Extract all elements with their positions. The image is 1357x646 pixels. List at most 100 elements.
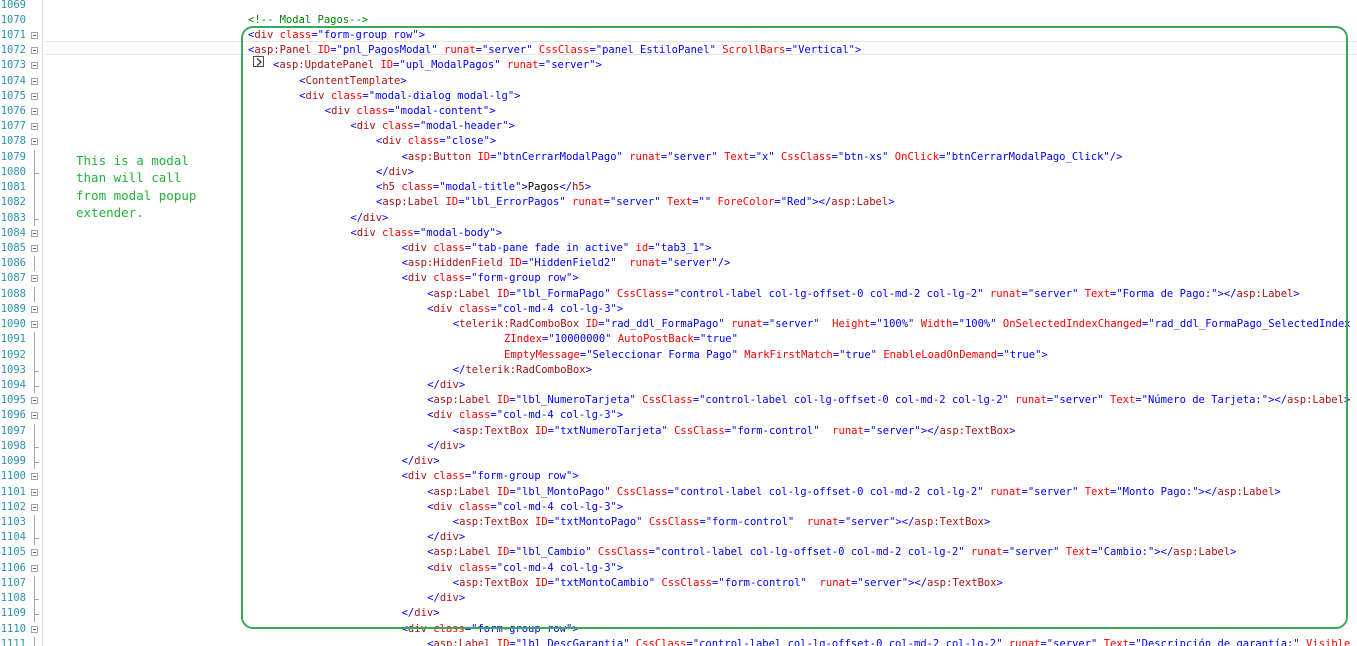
fold-collapse-icon[interactable]	[31, 625, 38, 633]
code-token: div	[433, 561, 453, 574]
fold-collapse-icon[interactable]	[31, 123, 38, 131]
code-line[interactable]: <asp:Label ID="lbl_Cambio" CssClass="con…	[427, 545, 1236, 560]
code-token: CssClass	[648, 515, 700, 528]
fold-collapse-icon[interactable]	[31, 245, 38, 253]
code-line[interactable]: <div class="col-md-4 col-lg-3">	[427, 561, 623, 576]
code-token: ID	[509, 257, 522, 270]
code-token: div	[439, 592, 459, 605]
code-line[interactable]: </div>	[376, 165, 414, 180]
code-token: >	[508, 120, 515, 133]
fold-guide-line	[34, 286, 35, 302]
code-line[interactable]: <div class="col-md-4 col-lg-3">	[427, 302, 623, 317]
code-line[interactable]: <div class="modal-dialog modal-lg">	[299, 89, 520, 104]
code-line[interactable]: <asp:UpdatePanel ID="upl_ModalPagos" run…	[273, 58, 602, 73]
code-token: "control-label col-lg-offset-0 col-md-2 …	[692, 637, 1003, 646]
fold-guide-line	[34, 514, 35, 531]
fold-collapse-icon[interactable]	[31, 549, 38, 557]
fold-collapse-icon[interactable]	[31, 138, 38, 146]
code-token: asp:Label	[433, 546, 491, 559]
fold-collapse-icon[interactable]	[31, 412, 38, 420]
fold-collapse-icon[interactable]	[31, 473, 38, 481]
fold-collapse-icon[interactable]	[31, 47, 38, 55]
code-line[interactable]: <div class="form-group row">	[402, 271, 579, 286]
code-line[interactable]: <div class="col-md-4 col-lg-3">	[427, 500, 623, 515]
code-token: >	[585, 363, 592, 376]
code-line[interactable]: <asp:Button ID="btnCerrarModalPago" runa…	[402, 150, 1123, 165]
fold-collapse-icon[interactable]	[31, 108, 38, 116]
code-line[interactable]: <asp:TextBox ID="txtMontoPago" CssClass=…	[453, 515, 990, 530]
code-line[interactable]: <asp:TextBox ID="txtNumeroTarjeta" CssCl…	[453, 424, 1016, 439]
code-token: >	[996, 576, 1003, 589]
fold-collapse-icon[interactable]	[31, 229, 38, 237]
code-token: Text	[1084, 485, 1111, 498]
code-line[interactable]: <asp:Label ID="lbl_MontoPago" CssClass="…	[427, 485, 1281, 500]
code-line[interactable]: <asp:HiddenField ID="HiddenField2" runat…	[402, 256, 731, 271]
code-line[interactable]: <div class="form-group row">	[402, 622, 579, 637]
fold-collapse-icon[interactable]	[31, 488, 38, 496]
fold-collapse-icon[interactable]	[31, 77, 38, 85]
code-line[interactable]: <div class="form-group row">	[248, 28, 425, 43]
code-line[interactable]: </div>	[350, 211, 388, 226]
code-token: "true"	[700, 333, 738, 346]
code-token: "server"	[1046, 637, 1098, 646]
code-token: </	[350, 211, 364, 224]
code-token: OnClick	[894, 150, 940, 163]
code-token: Text	[1110, 394, 1136, 407]
code-token: div	[305, 89, 325, 102]
code-token: "lbl_ErrorPagos"	[464, 196, 566, 209]
code-line[interactable]: </div>	[402, 606, 440, 621]
fold-collapse-icon[interactable]	[31, 275, 38, 283]
code-token: "Cambio:"	[1097, 546, 1155, 559]
code-token: >	[495, 226, 503, 239]
code-line[interactable]: <div class="col-md-4 col-lg-3">	[427, 408, 623, 423]
code-line[interactable]: <asp:Label ID="lbl_DescGarantia" CssClas…	[427, 637, 1350, 646]
code-line[interactable]: <div class="modal-body">	[350, 226, 502, 241]
code-token: "rad_ddl_FormaPago"	[604, 318, 725, 331]
fold-collapse-icon[interactable]	[31, 397, 38, 405]
code-line[interactable]: <h5 class="modal-title">Pagos</h5>	[376, 180, 591, 195]
code-token: ></	[1154, 546, 1174, 559]
code-line[interactable]: </div>	[402, 454, 440, 469]
fold-end-marker	[34, 599, 39, 601]
fold-guide-line	[34, 332, 35, 348]
code-line[interactable]: </div>	[427, 378, 465, 393]
code-token: "Vertical"	[791, 44, 855, 57]
code-token: Width	[920, 318, 953, 331]
code-token: "server"	[609, 196, 661, 209]
collapsed-region-expander-icon[interactable]	[253, 56, 264, 67]
fold-collapse-icon[interactable]	[31, 92, 38, 100]
code-line[interactable]: <ContentTemplate>	[299, 74, 406, 89]
code-line[interactable]: <asp:TextBox ID="txtMontoCambio" CssClas…	[453, 576, 1003, 591]
code-line[interactable]: <div class="close">	[376, 134, 496, 149]
code-line[interactable]: <asp:Label ID="lbl_NumeroTarjeta" CssCla…	[427, 393, 1350, 408]
fold-collapse-icon[interactable]	[31, 62, 38, 70]
fold-collapse-icon[interactable]	[31, 305, 38, 313]
code-line[interactable]: </div>	[427, 591, 465, 606]
code-line[interactable]: ZIndex="10000000" AutoPostBack="true"	[504, 332, 738, 347]
code-line[interactable]: </div>	[427, 439, 465, 454]
fold-collapse-icon[interactable]	[31, 503, 38, 511]
code-token: ContentTemplate	[305, 74, 401, 87]
code-line[interactable]: </div>	[427, 530, 465, 545]
code-token: CssClass	[674, 424, 725, 437]
fold-collapse-icon[interactable]	[31, 564, 38, 572]
code-line[interactable]: <telerik:RadComboBox ID="rad_ddl_FormaPa…	[453, 317, 1351, 332]
code-line[interactable]: EmptyMessage="Seleccionar Forma Pago" Ma…	[504, 348, 1048, 363]
code-line[interactable]: <asp:Label ID="lbl_ErrorPagos" runat="se…	[376, 195, 895, 210]
code-token: >	[888, 196, 895, 209]
code-line[interactable]: <!-- Modal Pagos-->	[248, 13, 368, 28]
code-token: "control-label col-lg-offset-0 col-md-2 …	[654, 546, 965, 559]
line-number: 1075	[0, 89, 26, 102]
fold-collapse-icon[interactable]	[31, 31, 38, 39]
code-token: Height	[832, 318, 871, 331]
fold-collapse-icon[interactable]	[31, 321, 38, 329]
code-line[interactable]: <asp:Label ID="lbl_FormaPago" CssClass="…	[427, 287, 1300, 302]
code-editor[interactable]: 1069 1070 1071 1072 1073 1074 1075 1076 1077 1078…	[0, 0, 1357, 646]
code-line[interactable]: </telerik:RadComboBox>	[453, 363, 592, 378]
code-line[interactable]: <asp:Panel ID="pnl_PagosModal" runat="se…	[248, 43, 861, 58]
code-token: "col-md-4 col-lg-3"	[496, 500, 617, 513]
code-line[interactable]: <div class="form-group row">	[402, 469, 579, 484]
code-line[interactable]: <div class="modal-content">	[325, 104, 496, 119]
code-line[interactable]: <div class="modal-header">	[350, 119, 514, 134]
code-line[interactable]: <div class="tab-pane fade in active" id=…	[402, 241, 712, 256]
